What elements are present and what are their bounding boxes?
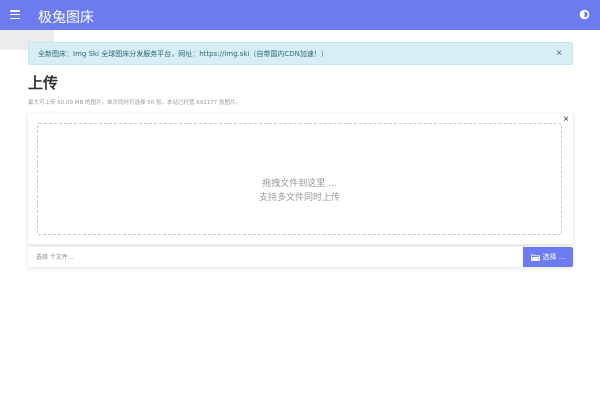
app-title[interactable]: 极兔图床 xyxy=(38,7,94,27)
upload-hint: 最大可上传 50.00 MB 的图片，单次同时可选择 50 张。本站已托管 69… xyxy=(28,100,241,106)
menu-icon[interactable] xyxy=(10,10,20,19)
notice-banner: 全新图床：Img Ski 全球图床分发服务平台，网址：https://img.s… xyxy=(28,42,573,65)
top-app-bar: 极兔图床 xyxy=(0,0,600,30)
notice-text: 全新图床：Img Ski 全球图床分发服务平台，网址：https://img.s… xyxy=(38,50,328,58)
browse-button[interactable]: 选择 ... xyxy=(523,247,573,267)
clear-close-icon[interactable]: × xyxy=(563,115,569,125)
folder-open-icon xyxy=(530,253,540,261)
brightness-icon[interactable] xyxy=(579,9,590,20)
browse-button-label: 选择 ... xyxy=(542,253,566,261)
notice-close-icon[interactable]: × xyxy=(554,49,564,59)
file-picker-row: 选择 ... xyxy=(28,247,573,267)
drop-zone[interactable]: 拖拽文件到这里 ... 支持多文件同时上传 xyxy=(37,123,562,235)
drop-zone-title: 拖拽文件到这里 ... xyxy=(262,179,337,189)
file-caption-input[interactable] xyxy=(28,247,523,267)
upload-card: × 拖拽文件到这里 ... 支持多文件同时上传 xyxy=(28,114,573,244)
page-title: 上传 xyxy=(28,74,59,92)
drop-zone-subtitle: 支持多文件同时上传 xyxy=(258,193,340,203)
